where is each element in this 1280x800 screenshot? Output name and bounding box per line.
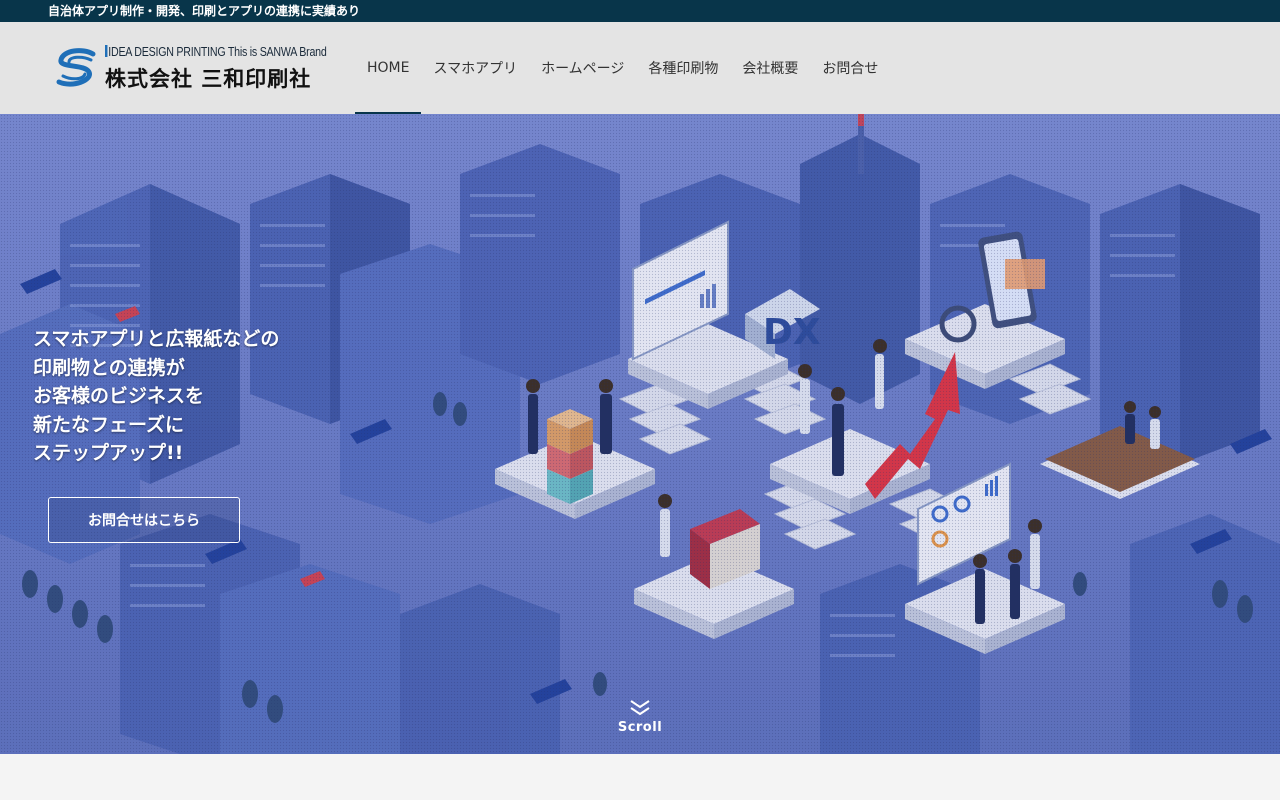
sanwa-s-logo-icon	[56, 48, 96, 87]
site-header: IDEA DESIGN PRINTING This is SANWA Brand…	[0, 22, 1280, 114]
hero-line: 新たなフェーズに	[33, 413, 185, 436]
logo-tagline: IDEA DESIGN PRINTING This is SANWA Brand	[105, 44, 327, 59]
nav-item-company[interactable]: 会社概要	[730, 22, 810, 114]
contact-cta-button[interactable]: お問合せはこちら	[48, 497, 240, 543]
hero-section: DX	[0, 114, 1280, 754]
nav-item-home[interactable]: HOME	[355, 22, 422, 114]
hero-line: スマホアプリと広報紙などの	[33, 328, 280, 350]
nav-item-smartphone-app[interactable]: スマホアプリ	[421, 22, 529, 114]
hero-line: お客様のビジネスを	[33, 385, 205, 407]
nav-label: スマホアプリ	[433, 61, 518, 77]
nav-label: お問合せ	[822, 61, 879, 77]
scroll-indicator[interactable]: Scroll	[610, 699, 670, 739]
scroll-label: Scroll	[617, 720, 663, 735]
company-name: 株式会社 三和印刷社	[105, 67, 312, 91]
logo-tagline-text: IDEA DESIGN PRINTING This is SANWA Brand	[108, 44, 327, 59]
announcement-text: 自治体アプリ制作・開発、印刷とアプリの連携に実績あり	[48, 4, 361, 18]
nav-label: HOME	[367, 60, 410, 76]
content-start-band	[0, 754, 1280, 800]
hero-line: 印刷物との連携が	[33, 356, 185, 379]
nav-item-contact[interactable]: お問合せ	[810, 22, 890, 114]
top-announcement-bar: 自治体アプリ制作・開発、印刷とアプリの連携に実績あり	[0, 0, 1280, 22]
nav-label: 各種印刷物	[648, 61, 719, 77]
double-chevron-down-icon	[630, 700, 650, 716]
nav-label: 会社概要	[742, 61, 799, 77]
cta-label: お問合せはこちら	[88, 513, 200, 529]
tagline-accent-bar	[105, 45, 108, 57]
nav-item-printing[interactable]: 各種印刷物	[636, 22, 730, 114]
nav-label: ホームページ	[541, 61, 625, 77]
hero-headline: スマホアプリと広報紙などの 印刷物との連携が お客様のビジネスを 新たなフェーズ…	[33, 325, 279, 468]
nav-item-homepage[interactable]: ホームページ	[529, 22, 636, 114]
hero-line: ステップアップ!!	[33, 442, 184, 464]
company-logo[interactable]: IDEA DESIGN PRINTING This is SANWA Brand…	[55, 44, 327, 94]
main-nav: HOME スマホアプリ ホームページ 各種印刷物 会社概要 お問合せ	[355, 22, 890, 114]
